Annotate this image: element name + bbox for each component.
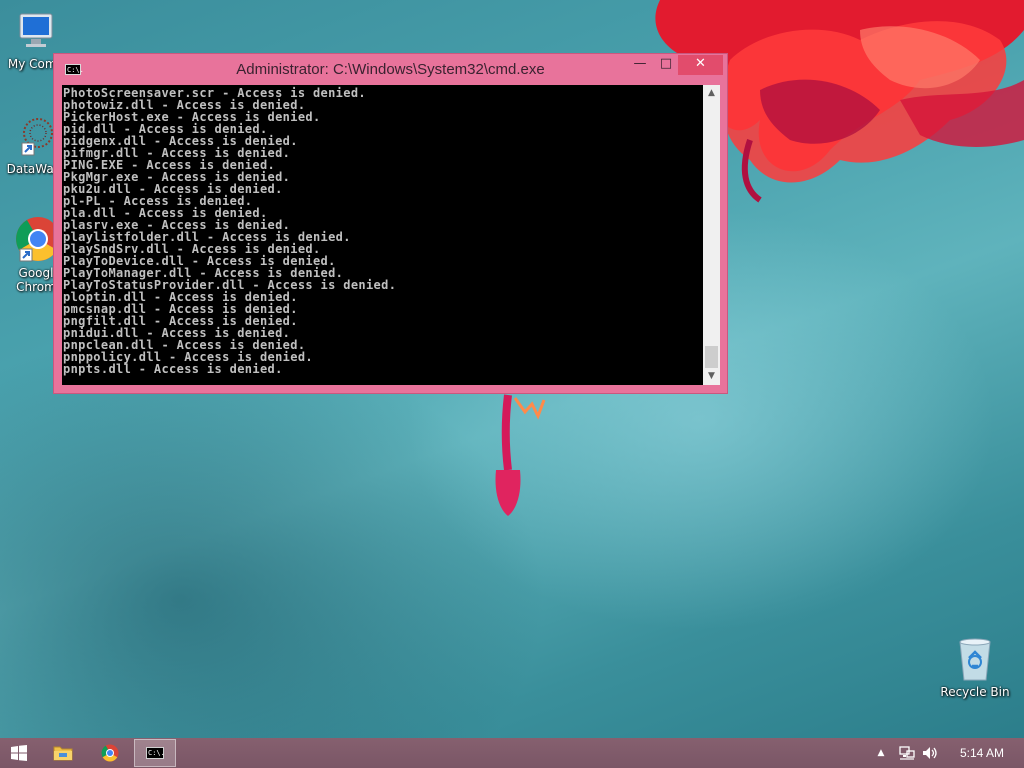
- computer-icon: [19, 13, 53, 47]
- start-button[interactable]: [0, 738, 38, 768]
- scrollbar-thumb[interactable]: [705, 346, 718, 368]
- desktop-icon-label: Recycle Bin: [940, 685, 1010, 699]
- console-lines: PhotoScreensaver.scr - Access is denied.…: [62, 85, 703, 375]
- scroll-down-icon[interactable]: ▼: [703, 368, 720, 385]
- taskbar: C:\. ▲ 5:14 AM: [0, 738, 1024, 768]
- console-output[interactable]: PhotoScreensaver.scr - Access is denied.…: [62, 85, 703, 385]
- file-explorer-icon: [53, 746, 73, 761]
- scroll-up-icon[interactable]: ▲: [703, 85, 720, 102]
- desktop: My Comp DataWag Googl Chrom Recycle Bin …: [0, 0, 1024, 738]
- cmd-window[interactable]: C:\. Administrator: C:\Windows\System32\…: [53, 53, 728, 394]
- network-icon[interactable]: [897, 738, 917, 768]
- datawag-icon: [21, 118, 53, 156]
- close-button[interactable]: ✕: [678, 55, 723, 75]
- flower-stem: [495, 394, 546, 516]
- recycle-bin-icon: [959, 638, 991, 681]
- taskbar-cmd[interactable]: C:\.: [134, 739, 176, 767]
- desktop-icon-recycle-bin[interactable]: Recycle Bin: [937, 636, 1013, 699]
- system-clock[interactable]: 5:14 AM: [948, 738, 1016, 768]
- taskbar-file-explorer[interactable]: [45, 738, 81, 768]
- cmd-icon: C:\.: [146, 747, 165, 759]
- console-line: pnpts.dll - Access is denied.: [63, 362, 283, 376]
- start-icon: [11, 745, 27, 761]
- volume-icon[interactable]: [920, 738, 940, 768]
- title-bar[interactable]: C:\. Administrator: C:\Windows\System32\…: [54, 54, 727, 85]
- minimize-button[interactable]: —: [627, 55, 653, 75]
- chrome-icon: [101, 744, 119, 762]
- maximize-button[interactable]: □: [653, 55, 679, 75]
- show-hidden-icons-button[interactable]: ▲: [872, 738, 890, 768]
- vertical-scrollbar[interactable]: ▲ ▼: [703, 85, 720, 385]
- taskbar-chrome[interactable]: [92, 738, 128, 768]
